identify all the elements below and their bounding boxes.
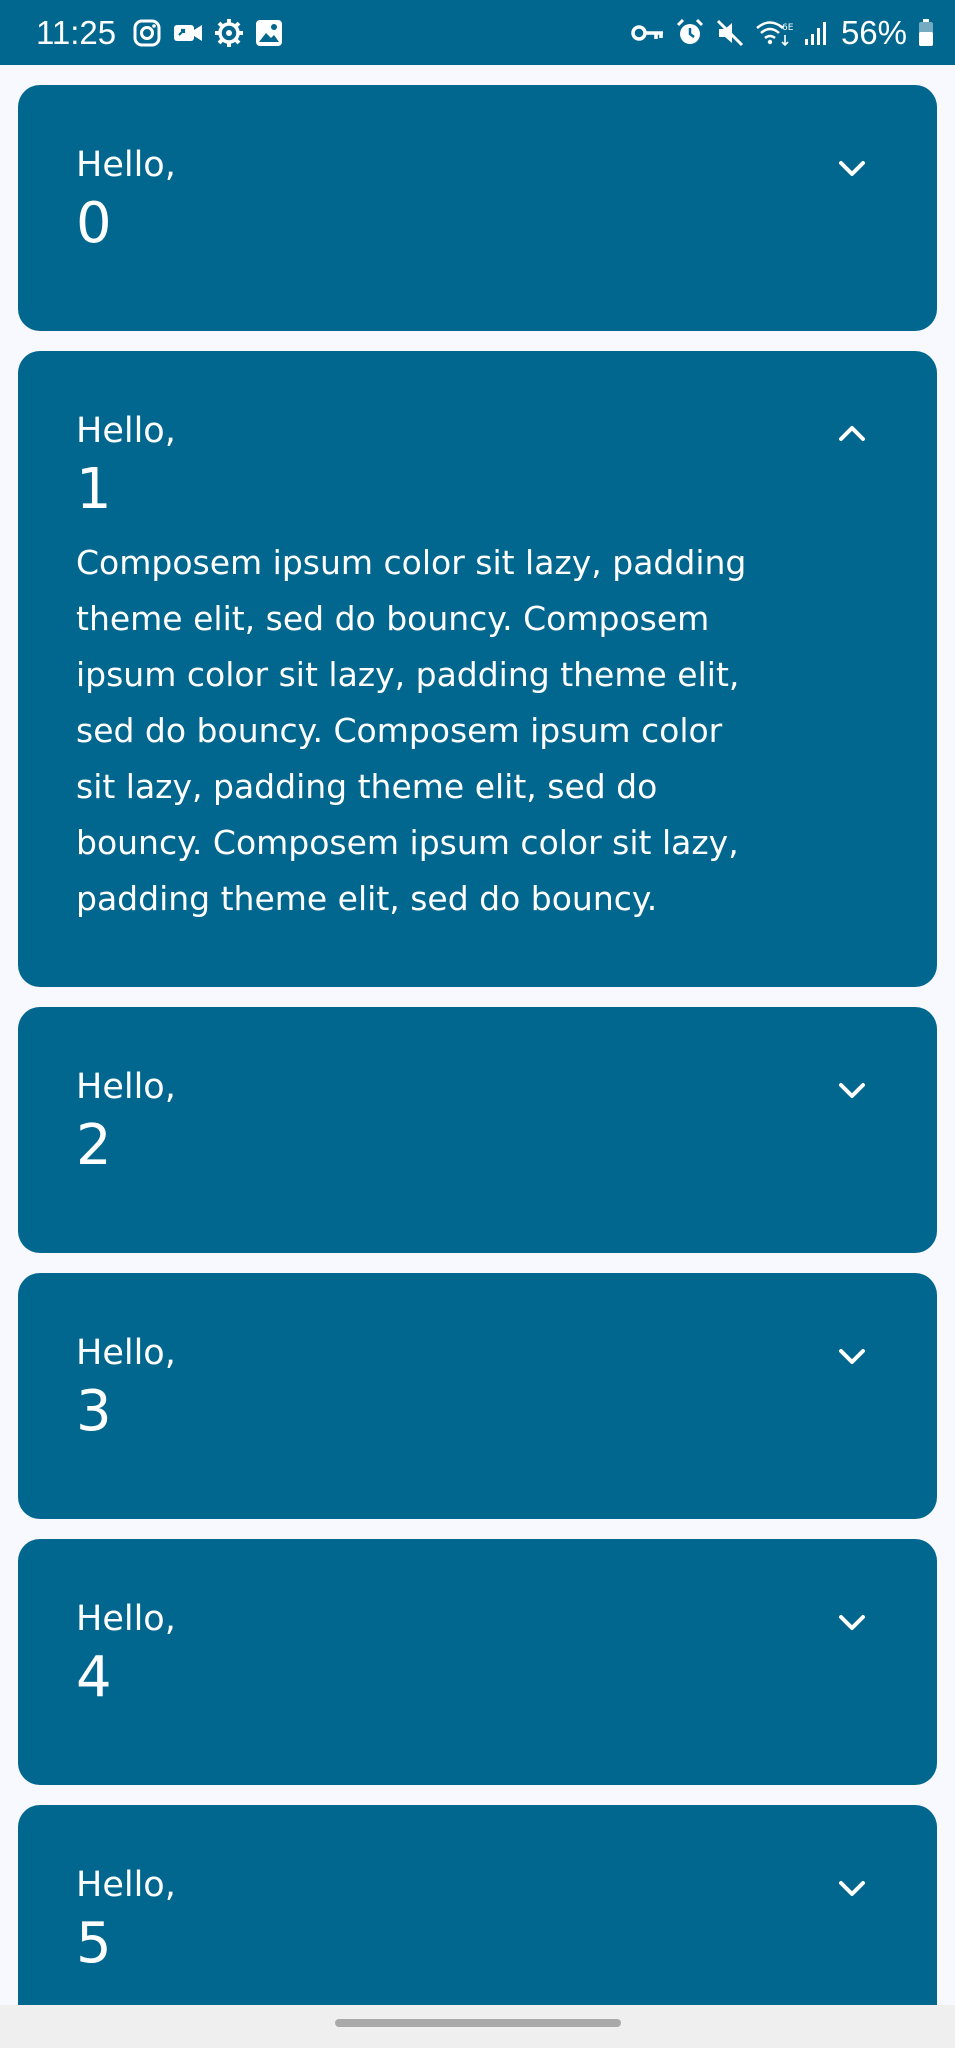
chevron-down-icon[interactable] <box>835 151 869 185</box>
alarm-icon <box>675 18 705 48</box>
chevron-down-icon[interactable] <box>835 1073 869 1107</box>
gallery-icon <box>254 18 284 48</box>
expandable-card[interactable]: Hello, 4 <box>18 1539 937 1785</box>
battery-icon <box>917 18 935 48</box>
vpn-key-icon <box>631 22 665 44</box>
gesture-navigation-bar <box>0 2005 955 2048</box>
home-gesture-handle[interactable] <box>335 2019 621 2027</box>
chevron-up-icon[interactable] <box>835 417 869 451</box>
card-greeting: Hello, <box>76 411 176 451</box>
card-greeting: Hello, <box>76 1865 176 1905</box>
system-icons: 6E 56% <box>631 14 935 52</box>
battery-percentage: 56% <box>840 14 907 51</box>
chevron-down-icon[interactable] <box>835 1605 869 1639</box>
clock: 11:25 <box>36 14 117 51</box>
card-greeting: Hello, <box>76 1333 176 1373</box>
card-number: 4 <box>76 1645 112 1710</box>
expandable-card[interactable]: Hello, 2 <box>18 1007 937 1253</box>
settings-gear-icon <box>214 18 244 48</box>
svg-text:6E: 6E <box>782 23 793 33</box>
expandable-card[interactable]: Hello, 0 <box>18 85 937 331</box>
notification-icons <box>132 18 284 48</box>
mute-icon <box>715 18 745 48</box>
status-bar: 11:25 6E 56% <box>0 0 955 65</box>
card-greeting: Hello, <box>76 1599 176 1639</box>
expandable-card[interactable]: Hello, 5 <box>18 1805 937 2015</box>
card-number: 2 <box>76 1113 112 1178</box>
signal-icon <box>803 19 831 47</box>
card-number: 1 <box>76 457 112 522</box>
card-number: 3 <box>76 1379 112 1444</box>
wifi-6e-icon: 6E <box>755 18 793 48</box>
instagram-icon <box>132 18 162 48</box>
chevron-down-icon[interactable] <box>835 1871 869 1905</box>
card-body-text: Composem ipsum color sit lazy, padding t… <box>76 543 747 918</box>
card-number: 5 <box>76 1911 112 1976</box>
expandable-card[interactable]: Hello, 3 <box>18 1273 937 1519</box>
video-call-icon <box>172 18 204 48</box>
card-greeting: Hello, <box>76 145 176 185</box>
card-number: 0 <box>76 191 112 256</box>
card-list: Hello, 0 Hello, 1 Composem ipsum color s… <box>18 85 937 2015</box>
expandable-card-expanded[interactable]: Hello, 1 Composem ipsum color sit lazy, … <box>18 351 937 987</box>
card-greeting: Hello, <box>76 1067 176 1107</box>
chevron-down-icon[interactable] <box>835 1339 869 1373</box>
